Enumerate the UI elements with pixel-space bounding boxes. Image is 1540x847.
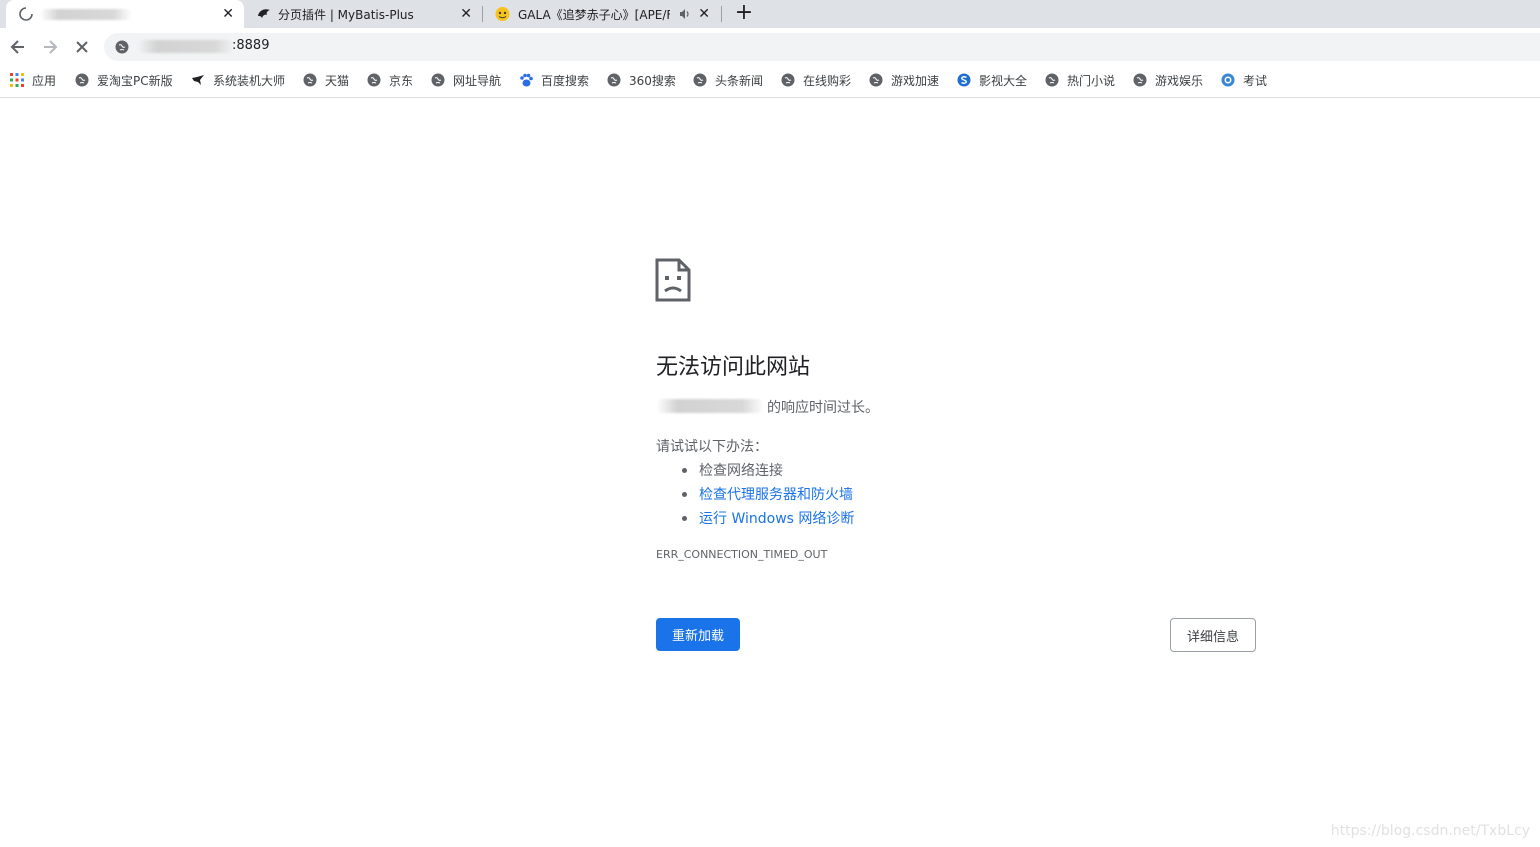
- reload-button[interactable]: 重新加载: [656, 618, 740, 651]
- bookmark-apps[interactable]: 应用: [10, 70, 56, 90]
- bookmark-label: 360搜索: [629, 73, 676, 88]
- redacted-url-host: [138, 40, 234, 53]
- globe-icon: [607, 73, 621, 87]
- globe-icon: [781, 73, 795, 87]
- loading-spinner-icon: [19, 7, 33, 21]
- bookmark-item[interactable]: 游戏加速: [869, 70, 939, 90]
- tab-3[interactable]: GALA《追梦赤子心》[APE/F ✕: [484, 0, 720, 28]
- bookmark-item[interactable]: 360搜索: [607, 70, 676, 90]
- globe-icon: [693, 73, 707, 87]
- error-description: 的响应时间过长。: [767, 400, 879, 416]
- suggestion-text: 检查网络连接: [699, 463, 783, 479]
- exam-icon: [1221, 73, 1235, 87]
- site-info-icon[interactable]: [114, 39, 130, 55]
- bookmark-label: 游戏加速: [891, 73, 940, 88]
- bookmark-item[interactable]: 爱淘宝PC新版: [75, 70, 173, 90]
- suggestions-label: 请试试以下办法：: [656, 439, 768, 455]
- new-tab-button[interactable]: +: [734, 1, 754, 25]
- redacted-title: [40, 9, 132, 20]
- sogou-icon: [957, 73, 971, 87]
- sad-page-icon: [655, 258, 691, 302]
- bookmark-label: 在线购彩: [803, 73, 852, 88]
- tab-2[interactable]: 分页插件 | MyBatis-Plus ✕: [244, 0, 482, 28]
- forward-arrow-icon[interactable]: [40, 37, 60, 57]
- audio-playing-icon[interactable]: [678, 7, 692, 21]
- mybatis-bird-icon: [258, 9, 270, 18]
- tab-3-title: GALA《追梦赤子心》[APE/F: [518, 8, 670, 22]
- url-port: :8889: [232, 38, 270, 53]
- globe-icon: [367, 73, 381, 87]
- redacted-host: [656, 399, 764, 413]
- check-proxy-firewall-link[interactable]: 检查代理服务器和防火墙: [699, 484, 853, 504]
- run-network-diagnostics-link[interactable]: 运行 Windows 网络诊断: [699, 508, 854, 528]
- bookmark-item[interactable]: 在线购彩: [781, 70, 851, 90]
- bookmark-label: 天猫: [325, 73, 350, 88]
- globe-icon: [1045, 73, 1059, 87]
- bird-icon: [192, 75, 204, 85]
- bookmark-item[interactable]: 系统装机大师: [191, 70, 285, 90]
- bookmark-item[interactable]: 天猫: [303, 70, 349, 90]
- error-heading: 无法访问此网站: [656, 355, 811, 380]
- bullet: [682, 467, 687, 473]
- bookmark-item[interactable]: 影视大全: [957, 70, 1027, 90]
- bullet: [682, 491, 687, 497]
- bookmark-item[interactable]: 考试: [1221, 70, 1267, 90]
- bookmark-label: 考试: [1243, 73, 1268, 88]
- bookmark-label: 游戏娱乐: [1155, 73, 1204, 88]
- tab-separator: [482, 6, 483, 22]
- bookmark-item[interactable]: 热门小说: [1045, 70, 1115, 90]
- suggestion-item[interactable]: 检查代理服务器和防火墙: [656, 484, 853, 504]
- bullet: [682, 515, 687, 521]
- globe-icon: [75, 73, 89, 87]
- suggestion-item[interactable]: 运行 Windows 网络诊断: [656, 508, 854, 528]
- error-code: ERR_CONNECTION_TIMED_OUT: [656, 548, 828, 561]
- bookmark-item[interactable]: 游戏娱乐: [1133, 70, 1203, 90]
- bookmark-item[interactable]: 头条新闻: [693, 70, 763, 90]
- bookmark-item[interactable]: 百度搜索: [519, 70, 589, 90]
- tab-1-close-icon[interactable]: ✕: [222, 6, 234, 22]
- bookmark-item[interactable]: 京东: [367, 70, 413, 90]
- bookmark-label: 应用: [32, 73, 57, 88]
- globe-icon: [431, 73, 445, 87]
- bookmark-label: 头条新闻: [715, 73, 764, 88]
- suggestion-item: 检查网络连接: [656, 460, 783, 480]
- globe-icon: [303, 73, 317, 87]
- bookmark-label: 京东: [389, 73, 414, 88]
- apps-grid-icon: [10, 73, 24, 87]
- tab-2-close-icon[interactable]: ✕: [460, 6, 472, 22]
- watermark: https://blog.csdn.net/TxbLcy: [1330, 823, 1530, 839]
- globe-icon: [869, 73, 883, 87]
- tab-1[interactable]: ✕: [6, 0, 244, 28]
- details-button[interactable]: 详细信息: [1170, 618, 1256, 652]
- back-arrow-icon[interactable]: [8, 37, 28, 57]
- tab-2-title: 分页插件 | MyBatis-Plus: [278, 8, 414, 22]
- bookmark-label: 影视大全: [979, 73, 1028, 88]
- bookmark-label: 百度搜索: [541, 73, 590, 88]
- baidu-paw-icon: [520, 73, 533, 87]
- bookmark-label: 网址导航: [453, 73, 502, 88]
- bookmark-item[interactable]: 网址导航: [431, 70, 501, 90]
- globe-icon: [1133, 73, 1147, 87]
- bilibili-emoji-icon: [495, 7, 510, 21]
- bookmark-label: 系统装机大师: [213, 73, 286, 88]
- tab-separator: [721, 6, 722, 22]
- bookmark-label: 爱淘宝PC新版: [97, 73, 173, 88]
- tab-3-close-icon[interactable]: ✕: [698, 6, 710, 22]
- stop-loading-icon[interactable]: [72, 37, 92, 57]
- bookmark-label: 热门小说: [1067, 73, 1116, 88]
- address-bar[interactable]: [104, 33, 1540, 61]
